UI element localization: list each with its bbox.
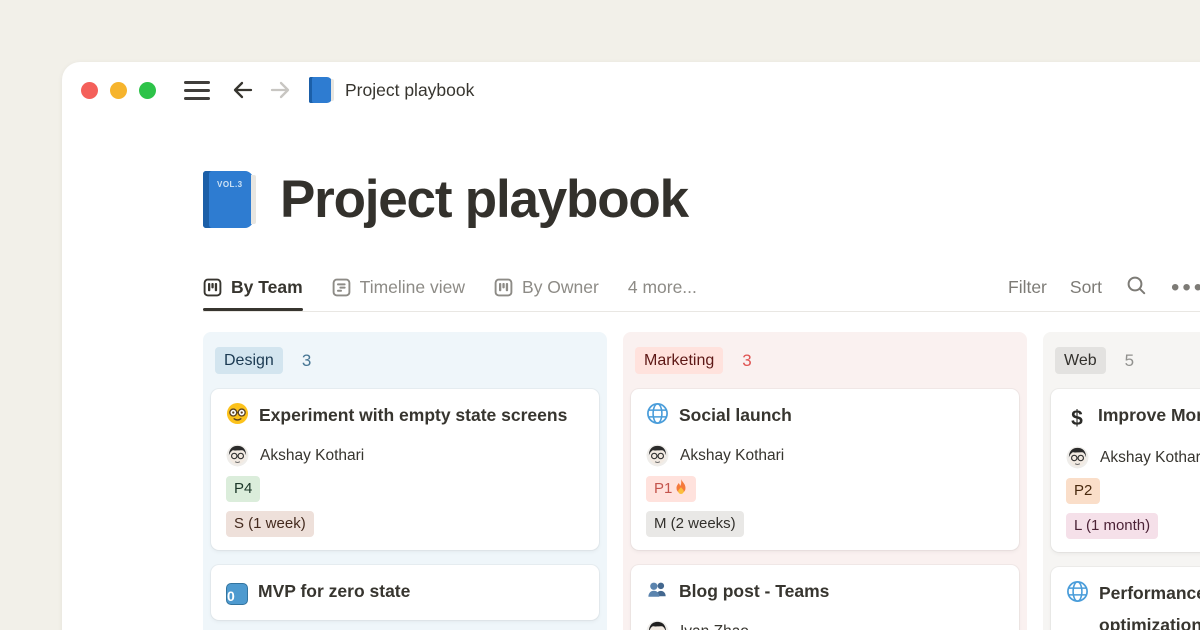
zoom-button[interactable] [139, 82, 156, 99]
size-tag: S (1 week) [226, 511, 314, 537]
column-marketing: Marketing 3 Social launch Akshay Kothari… [623, 332, 1027, 630]
ellipsis-icon[interactable]: ••• [1171, 274, 1200, 302]
card-title: Improve Monetization [1098, 405, 1200, 425]
card-social-launch[interactable]: Social launch Akshay Kothari P1 M (2 wee… [631, 389, 1019, 550]
page-header: VOL.3 Project playbook [203, 169, 688, 230]
card-title: Experiment with empty state screens [259, 405, 567, 425]
assignee-row: Ivan Zhao [646, 620, 1004, 630]
assignee-name: Akshay Kothari [1100, 449, 1200, 467]
card-title: Social launch [679, 405, 792, 425]
assignee-name: Akshay Kothari [260, 447, 364, 465]
board-view-icon [494, 278, 513, 297]
assignee-name: Ivan Zhao [680, 623, 749, 630]
assignee-row: Akshay Kothari [646, 444, 1004, 467]
column-name-pill: Design [215, 347, 283, 374]
search-icon[interactable] [1125, 274, 1148, 302]
avatar [646, 444, 669, 467]
card-performance-optimization[interactable]: Performance optimization [1051, 567, 1200, 630]
back-arrow-icon[interactable] [231, 78, 255, 102]
tab-label: By Owner [522, 277, 599, 298]
fire-emoji [674, 479, 688, 495]
titlebar-title: Project playbook [345, 80, 474, 101]
titlebar: Project playbook [81, 76, 474, 104]
tab-label: Timeline view [360, 277, 465, 298]
tab-by-team[interactable]: By Team [203, 264, 303, 311]
filter-button[interactable]: Filter [1008, 277, 1047, 298]
globe-emoji [1066, 580, 1089, 613]
card-blog-post-teams[interactable]: Blog post - Teams Ivan Zhao [631, 565, 1019, 630]
card-title: MVP for zero state [258, 581, 410, 601]
globe-emoji [646, 402, 669, 435]
column-count: 3 [302, 351, 311, 371]
tab-by-owner[interactable]: By Owner [494, 264, 599, 311]
more-views-button[interactable]: 4 more... [628, 277, 697, 298]
page-title: Project playbook [280, 169, 688, 230]
tab-label: By Team [231, 277, 303, 298]
column-design: Design 3 Experiment with empty state scr… [203, 332, 607, 630]
tab-timeline-view[interactable]: Timeline view [332, 264, 465, 311]
busts-in-silhouette-emoji [646, 578, 669, 611]
assignee-name: Akshay Kothari [680, 447, 784, 465]
sort-button[interactable]: Sort [1070, 277, 1102, 298]
nerd-face-emoji [226, 402, 249, 435]
card-title: Blog post - Teams [679, 581, 829, 601]
close-button[interactable] [81, 82, 98, 99]
app-window: Project playbook VOL.3 Project playbook … [62, 62, 1200, 630]
size-tag: M (2 weeks) [646, 511, 744, 537]
size-tag: L (1 month) [1066, 513, 1158, 539]
blue-book-emoji: VOL.3 [203, 171, 253, 228]
column-name-pill: Web [1055, 347, 1106, 374]
card-mvp-zero-state[interactable]: 0 MVP for zero state [211, 565, 599, 620]
column-header[interactable]: Design 3 [211, 340, 599, 389]
column-count: 5 [1125, 351, 1134, 371]
column-count: 3 [742, 351, 751, 371]
blue-book-emoji [309, 77, 332, 103]
forward-arrow-icon[interactable] [268, 78, 292, 102]
column-header[interactable]: Web 5 [1051, 340, 1200, 389]
timeline-view-icon [332, 278, 351, 297]
keycap-zero-emoji: 0 [226, 583, 248, 605]
view-toolbar: Filter Sort ••• [1008, 264, 1200, 311]
column-name-pill: Marketing [635, 347, 723, 374]
avatar [226, 444, 249, 467]
column-web: Web 5 $ Improve Monetization Akshay Kotha… [1043, 332, 1200, 630]
heavy-dollar-sign-emoji: $ [1066, 400, 1088, 437]
avatar [646, 620, 669, 630]
priority-tag: P2 [1066, 478, 1100, 504]
card-improve-monetization[interactable]: $Improve Monetization Akshay Kothari P2 … [1051, 389, 1200, 552]
card-experiment-empty-state[interactable]: Experiment with empty state screens Aksh… [211, 389, 599, 550]
sidebar-menu-icon[interactable] [184, 81, 210, 100]
kanban-board: Design 3 Experiment with empty state scr… [203, 332, 1200, 630]
priority-tag: P4 [226, 476, 260, 502]
column-header[interactable]: Marketing 3 [631, 340, 1019, 389]
card-title: Performance optimization [1099, 578, 1200, 630]
assignee-row: Akshay Kothari [226, 444, 584, 467]
view-tabbar: By Team Timeline view By Owner 4 more...… [203, 264, 1200, 312]
priority-tag: P1 [646, 476, 696, 502]
avatar [1066, 446, 1089, 469]
board-view-icon [203, 278, 222, 297]
minimize-button[interactable] [110, 82, 127, 99]
assignee-row: Akshay Kothari [1066, 446, 1200, 469]
